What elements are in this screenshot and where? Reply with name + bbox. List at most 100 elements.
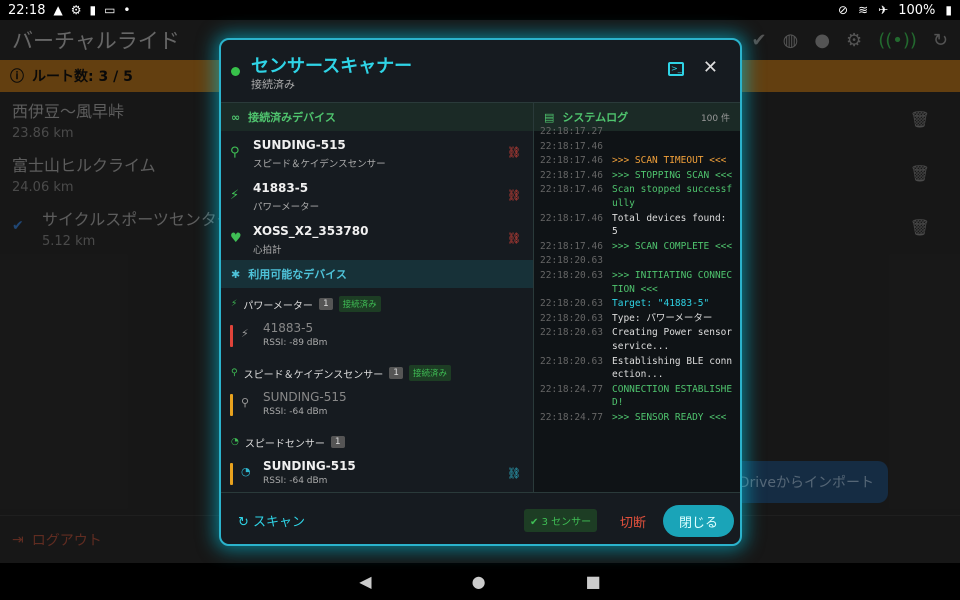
connected-badge: 接続済み <box>408 365 451 381</box>
unlink-icon[interactable]: ⛓ <box>507 232 521 245</box>
log-timestamp: 22:18:24.77 <box>540 411 603 423</box>
device-type: スピード＆ケイデンスセンサー <box>253 159 386 170</box>
bluetooth-icon: ✱ <box>231 267 241 281</box>
rssi-value: RSSI: -89 dBm <box>263 338 328 348</box>
log-message: Establishing BLE connection... <box>612 355 733 381</box>
sensor-scanner-dialog: センサースキャナー 接続済み >_ ✕ ∞ 接続済みデバイス ⚲ SUNDING-… <box>219 38 742 546</box>
log-timestamp: 22:18:17.46 <box>540 240 603 252</box>
log-timestamp: 22:18:20.63 <box>540 327 603 339</box>
log-message: >>> INITIATING CONNECTION <<< <box>612 269 733 295</box>
device-name: SUNDING-515 <box>253 138 346 152</box>
close-icon[interactable]: ✕ <box>703 57 718 78</box>
log-entry: 22:18:24.77 >>> SENSOR READY <<< <box>540 411 736 425</box>
signal-strength-bar <box>230 394 233 416</box>
log-timestamp: 22:18:20.63 <box>540 269 603 281</box>
close-button[interactable]: 閉じる <box>663 505 734 537</box>
signal-strength-bar <box>230 463 233 485</box>
rssi-value: RSSI: -64 dBm <box>263 476 328 486</box>
category-icon: ⚲ <box>231 368 238 378</box>
signal-strength-bar <box>230 325 233 347</box>
scan-label: スキャン <box>253 515 306 530</box>
link-icon: ∞ <box>231 110 241 124</box>
log-message: CONNECTION ESTABLISHED! <box>612 383 733 409</box>
screen: 22:18 ▲ ⚙ ▮ ▭ • ⊘ ≋ ✈ 100% ▮ バーチャルライド ✔ … <box>0 0 960 600</box>
dialog-title: センサースキャナー <box>251 56 413 77</box>
disconnect-button[interactable]: 切断 <box>620 512 646 531</box>
available-device-item[interactable]: ◔ SUNDING-515 RSSI: -64 dBm ⛓ <box>221 455 533 492</box>
system-log-label: システムログ <box>562 111 629 124</box>
terminal-icon[interactable]: >_ <box>668 62 684 76</box>
log-entry: 22:18:20.63 Target: "41883-5" <box>540 297 736 311</box>
category-count: 1 <box>389 367 403 379</box>
log-message: Target: "41883-5" <box>612 298 710 310</box>
unlink-icon[interactable]: ⛓ <box>507 189 521 202</box>
category-label: パワーメーター <box>243 300 313 312</box>
device-category-header: ⚡ パワーメーター 1 接続済み <box>221 291 533 317</box>
category-icon: ◔ <box>231 437 239 447</box>
wifi-icon: ≋ <box>858 3 869 17</box>
category-count: 1 <box>318 298 333 310</box>
log-entry: 22:18:17.46 >>> STOPPING SCAN <<< <box>540 169 736 183</box>
check-circle-icon: ✔ <box>530 517 539 528</box>
device-icon: ◔ <box>241 465 251 478</box>
log-timestamp: 22:18:20.63 <box>540 312 603 324</box>
log-entry: 22:18:17.46 Total devices found: 5 <box>540 212 736 239</box>
connect-link-icon[interactable]: ⛓ <box>507 467 521 480</box>
available-device-item[interactable]: ⚲ SUNDING-515 RSSI: -64 dBm <box>221 386 533 426</box>
log-timestamp: 22:18:17.46 <box>540 212 603 224</box>
log-message <box>612 125 736 139</box>
key-icon: ▮ <box>89 3 97 17</box>
device-name: SUNDING-515 <box>263 390 347 404</box>
home-icon[interactable]: ● <box>472 572 486 591</box>
dialog-footer: ↻ スキャン ✔ 3 センサー 切断 閉じる <box>221 492 740 544</box>
log-timestamp: 22:18:20.63 <box>540 298 603 310</box>
log-timestamp: 22:18:17.46 <box>540 169 603 181</box>
log-timestamp: 22:18:20.63 <box>540 355 603 367</box>
status-bar: 22:18 ▲ ⚙ ▮ ▭ • ⊘ ≋ ✈ 100% ▮ <box>0 0 960 20</box>
log-message: Creating Power sensor service... <box>612 327 733 352</box>
clock: 22:18 <box>8 2 46 18</box>
connected-device-item[interactable]: ⚲ SUNDING-515 スピード＆ケイデンスセンサー ⛓ <box>221 131 533 174</box>
device-icon: ⚡ <box>241 327 249 340</box>
log-message: Type: パワーメーター <box>612 312 713 324</box>
category-icon: ⚡ <box>231 299 238 309</box>
device-category-header: ⚲ スピード＆ケイデンスセンサー 1 接続済み <box>221 360 533 386</box>
category-label: スピード＆ケイデンスセンサー <box>243 369 384 381</box>
more-notifications-icon: • <box>123 3 131 17</box>
rssi-value: RSSI: -64 dBm <box>263 407 328 417</box>
log-body[interactable]: 22:18:17.27 22:18:17.46 22:18:17.46 >>> SCA… <box>534 125 740 424</box>
log-timestamp: 22:18:17.27 <box>540 126 603 137</box>
connected-badge: 接続済み <box>338 296 381 312</box>
device-name: 41883-5 <box>253 181 309 195</box>
log-entry: 22:18:17.46 >>> SCAN TIMEOUT <<< <box>540 154 736 168</box>
recents-icon[interactable]: ■ <box>586 572 601 591</box>
device-name: XOSS_X2_353780 <box>253 224 369 238</box>
device-icon: ⚲ <box>241 396 250 409</box>
device-type: 心拍計 <box>253 245 282 256</box>
device-list-pane: ∞ 接続済みデバイス ⚲ SUNDING-515 スピード＆ケイデンスセンサー ⛓ ⚡ 4… <box>221 102 533 492</box>
bike-icon: ⚲ <box>230 145 240 160</box>
settings-notification-icon: ⚙ <box>70 3 82 17</box>
device-name: SUNDING-515 <box>263 459 356 473</box>
refresh-icon: ↻ <box>238 515 249 530</box>
unlink-icon[interactable]: ⛓ <box>507 146 521 159</box>
log-entry: 22:18:17.46 Scan stopped successfully <box>540 183 736 210</box>
scan-button[interactable]: ↻ スキャン <box>238 511 305 530</box>
log-message <box>612 254 736 268</box>
back-icon[interactable]: ◀ <box>359 572 371 591</box>
log-timestamp: 22:18:24.77 <box>540 383 603 395</box>
connected-device-item[interactable]: ⚡ 41883-5 パワーメーター ⛓ <box>221 174 533 217</box>
log-timestamp: 22:18:17.46 <box>540 155 603 167</box>
log-message: >>> SENSOR READY <<< <box>612 411 727 423</box>
log-entry: 22:18:24.77 CONNECTION ESTABLISHED! <box>540 383 736 410</box>
log-count: 100 件 <box>700 113 730 124</box>
device-name: 41883-5 <box>263 321 314 335</box>
battery-icon: ▮ <box>945 3 952 17</box>
log-timestamp: 22:18:17.46 <box>540 184 603 196</box>
sensor-count: 3 センサー <box>541 517 592 528</box>
available-device-item[interactable]: ⚡ 41883-5 RSSI: -89 dBm <box>221 317 533 357</box>
connected-device-item[interactable]: ♥ XOSS_X2_353780 心拍計 ⛓ <box>221 217 533 260</box>
log-entry: 22:18:17.46 >>> SCAN COMPLETE <<< <box>540 240 736 254</box>
connected-devices-label: 接続済みデバイス <box>248 111 336 124</box>
log-entry: 22:18:17.27 <box>540 125 736 139</box>
